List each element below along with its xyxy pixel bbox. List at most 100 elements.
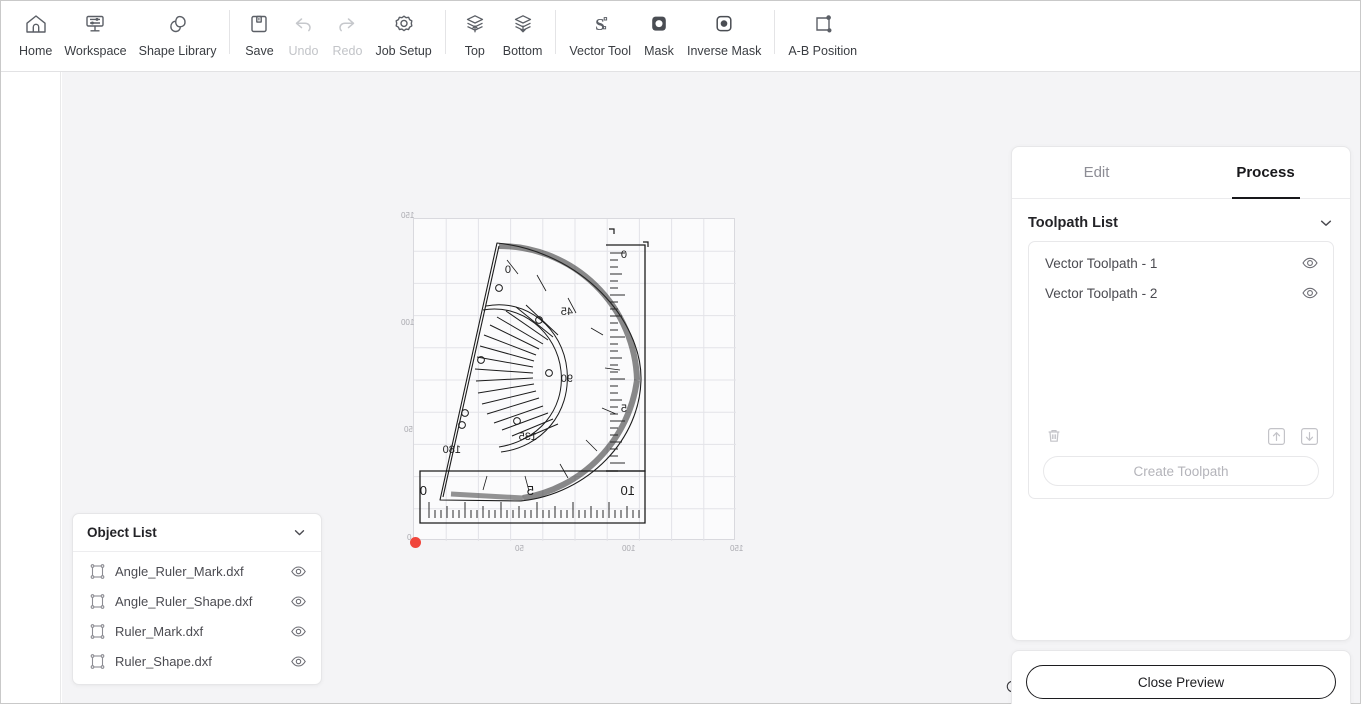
bounding-box-icon [89,563,106,580]
eye-icon[interactable] [290,563,307,580]
object-list-panel: Object List Angle_Ruler_Mark.dxf Angle_R… [72,513,322,685]
toolpath-row[interactable]: Vector Toolpath - 1 [1029,248,1333,278]
ruler-label-x-150: 150 [730,544,744,553]
object-name: Ruler_Mark.dxf [115,623,204,639]
send-to-bottom-icon [510,9,536,39]
ruler-label-y-100: 100 [401,318,415,327]
shape-library-icon [165,9,191,39]
toolbar-label-redo: Redo [332,44,363,58]
vector-tool-icon: S [587,9,613,39]
bounding-box-icon [89,653,106,670]
create-toolpath-button[interactable]: Create Toolpath [1043,456,1319,486]
bounding-box-icon [89,593,106,610]
toolbar-button-redo[interactable]: Redo [325,9,369,59]
bring-to-top-icon [462,9,488,39]
eye-icon[interactable] [290,653,307,670]
svg-text:135: 135 [519,431,537,443]
right-side-panel: Edit Process Toolpath List Vector Toolpa… [1011,146,1351,641]
ruler-label-x-100: 100 [622,544,636,553]
toolbar-label-job-setup: Job Setup [375,44,432,58]
svg-text:S: S [595,15,604,34]
toolbar-button-vector-tool[interactable]: S Vector Tool [563,9,637,59]
toolbar-label-undo: Undo [288,44,319,58]
inverse-mask-icon [711,9,737,39]
app-window: Home Workspace Shape Library Save Undo R… [0,0,1361,704]
eye-icon[interactable] [290,623,307,640]
close-preview-button[interactable]: Close Preview [1026,665,1336,699]
toolbar-button-undo[interactable]: Undo [281,9,325,59]
ruler-label-x-50: 50 [515,544,524,553]
arrow-up-icon[interactable] [1267,427,1286,446]
toolbar-button-inverse-mask[interactable]: Inverse Mask [681,9,767,59]
home-icon [23,9,49,39]
eye-icon[interactable] [1301,284,1319,302]
svg-text:5: 5 [621,403,627,415]
toolbar-label-workspace: Workspace [64,44,127,58]
toolpath-actions [1029,418,1333,454]
toolbar-separator-3 [555,10,557,54]
artwork-preview[interactable]: 0 45 90 135 180 0 5 0 5 10 [413,218,735,540]
panel-tabs: Edit Process [1012,147,1350,199]
workspace-icon [82,9,108,39]
arrow-down-icon[interactable] [1300,427,1319,446]
toolbar-button-job-setup[interactable]: Job Setup [369,9,437,59]
toolbar-label-mask: Mask [644,44,674,58]
toolpath-row[interactable]: Vector Toolpath - 2 [1029,278,1333,308]
toolbar-button-save[interactable]: Save [237,9,281,59]
list-item[interactable]: Ruler_Mark.dxf [73,616,321,646]
top-toolbar: Home Workspace Shape Library Save Undo R… [1,1,1360,72]
redo-icon [334,9,360,39]
svg-text:10: 10 [621,483,635,498]
list-item[interactable]: Angle_Ruler_Mark.dxf [73,556,321,586]
toolbar-button-home[interactable]: Home [13,9,58,59]
undo-icon [290,9,316,39]
chevron-down-icon[interactable] [292,525,307,540]
toolbar-separator-1 [229,10,231,54]
eye-icon[interactable] [290,593,307,610]
toolbar-label-vector-tool: Vector Tool [569,44,631,58]
toolpath-name: Vector Toolpath - 2 [1045,285,1158,301]
list-item[interactable]: Angle_Ruler_Shape.dxf [73,586,321,616]
svg-text:5: 5 [527,483,534,498]
object-list-rows: Angle_Ruler_Mark.dxf Angle_Ruler_Shape.d… [73,552,321,684]
tab-process[interactable]: Process [1181,147,1350,198]
mask-icon [646,9,672,39]
toolbar-button-workspace[interactable]: Workspace [58,9,132,59]
ruler-label-y-0: 0 [407,533,412,542]
left-rail [1,72,61,703]
toolbar-separator-4 [774,10,776,54]
eye-icon[interactable] [1301,254,1319,272]
toolbar-button-ab-position[interactable]: A-B Position [782,9,863,59]
list-item[interactable]: Ruler_Shape.dxf [73,646,321,676]
object-name: Ruler_Shape.dxf [115,653,212,669]
toolbar-label-save: Save [245,44,274,58]
toolpath-list-card: Vector Toolpath - 1 Vector Toolpath - 2 [1028,241,1334,499]
toolbar-button-bottom[interactable]: Bottom [497,9,549,59]
chevron-down-icon[interactable] [1318,215,1334,231]
ab-position-icon [810,9,836,39]
toolbar-label-ab-position: A-B Position [788,44,858,58]
bounding-box-icon [89,623,106,640]
origin-dot [410,537,421,548]
toolbar-label-inverse-mask: Inverse Mask [687,44,762,58]
toolpath-list-header[interactable]: Toolpath List [1012,199,1350,241]
object-list-header[interactable]: Object List [73,514,321,552]
toolbar-button-top[interactable]: Top [453,9,497,59]
tab-edit[interactable]: Edit [1012,147,1181,198]
ruler-label-y-150: 150 [401,211,415,220]
toolbar-separator-2 [444,10,446,54]
toolbar-label-bottom: Bottom [502,44,543,58]
object-list-title: Object List [87,525,157,540]
trash-icon[interactable] [1045,427,1063,445]
toolbar-button-mask[interactable]: Mask [637,9,681,59]
toolbar-label-top: Top [464,44,485,58]
object-name: Angle_Ruler_Mark.dxf [115,563,244,579]
toolbar-button-shape-library[interactable]: Shape Library [133,9,223,59]
main-body: 0 45 90 135 180 0 5 0 5 10 150 100 50 0 … [1,72,1360,704]
vertical-ruler: 0 5 [606,228,649,472]
object-name: Angle_Ruler_Shape.dxf [115,593,253,609]
job-setup-icon [391,9,417,39]
svg-text:0: 0 [420,483,427,498]
action-panel: Close Preview Export [1011,650,1351,704]
protractor-inner-fan [474,304,568,453]
